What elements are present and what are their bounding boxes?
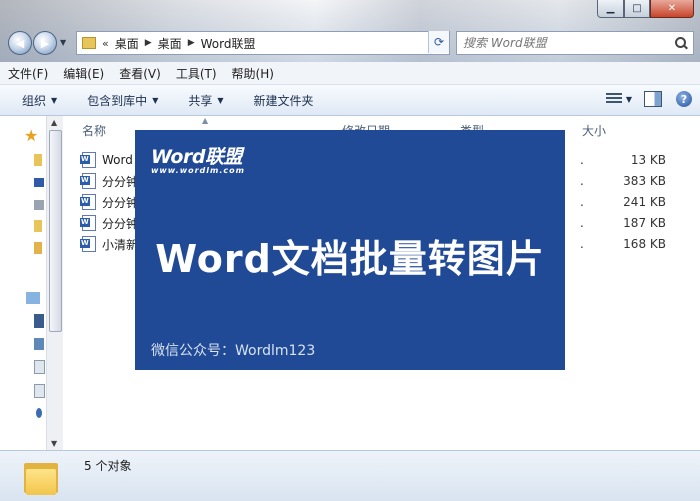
banner-footer: 微信公众号：Wordlm123: [151, 343, 316, 359]
back-arrow-icon: ◀: [15, 36, 25, 50]
promo-banner: Word联盟 www.wordlm.com Word文档批量转图片 微信公众号：…: [135, 130, 565, 370]
brand-logo: Word联盟: [151, 146, 242, 168]
word-document-icon: [80, 173, 96, 189]
recent-pages-dropdown[interactable]: ▼: [60, 38, 66, 47]
include-in-library-label: 包含到库中: [87, 93, 148, 108]
refresh-button[interactable]: ⟳: [428, 31, 449, 53]
word-document-icon: [80, 194, 96, 210]
new-folder-button[interactable]: 新建文件夹: [236, 92, 326, 109]
search-box: [456, 31, 694, 55]
scroll-down-icon[interactable]: ▼: [51, 439, 57, 448]
chevron-down-icon[interactable]: ▼: [626, 95, 632, 104]
file-size: 241 KB: [623, 195, 666, 209]
window-controls: ▁ □ ✕: [597, 0, 694, 18]
word-document-icon: [80, 152, 96, 168]
forward-button[interactable]: ▶: [33, 31, 57, 55]
status-bar: 5 个对象: [0, 450, 700, 501]
search-icon[interactable]: [675, 37, 687, 49]
organize-button[interactable]: 组织 ▼: [0, 92, 69, 109]
column-header-name[interactable]: 名称: [82, 122, 106, 140]
address-bar[interactable]: « 桌面 ▶ 桌面 ▶ Word联盟 ▼: [76, 31, 450, 55]
share-label: 共享: [188, 93, 213, 108]
breadcrumb-item-current[interactable]: Word联盟: [201, 35, 256, 52]
breadcrumb-overflow[interactable]: «: [102, 37, 109, 50]
breadcrumb-item-desktop-2[interactable]: 桌面: [158, 35, 182, 52]
column-header-size[interactable]: 大小: [582, 122, 606, 140]
new-folder-label: 新建文件夹: [253, 93, 314, 108]
chevron-down-icon: ▼: [217, 95, 224, 105]
search-input[interactable]: [457, 35, 670, 51]
view-controls: ▼ ?: [605, 91, 692, 107]
scroll-up-icon[interactable]: ▲: [51, 118, 57, 127]
file-size: 187 KB: [623, 216, 666, 230]
star-icon[interactable]: ★: [24, 126, 38, 145]
item-count: 5 个对象: [84, 459, 132, 473]
video-icon[interactable]: [34, 314, 44, 328]
documents-icon[interactable]: [34, 360, 45, 374]
documents-icon[interactable]: [34, 384, 45, 398]
menu-help[interactable]: 帮助(H): [224, 65, 281, 82]
file-size: 383 KB: [623, 174, 666, 188]
navigation-scrollbar[interactable]: ▲ ▼: [46, 116, 63, 450]
banner-title: Word文档批量转图片: [155, 237, 545, 281]
help-icon[interactable]: ?: [676, 91, 692, 107]
chevron-right-icon[interactable]: ▶: [145, 38, 152, 48]
menu-file[interactable]: 文件(F): [0, 65, 55, 82]
desktop-icon[interactable]: [34, 178, 44, 187]
brand-url: www.wordlm.com: [151, 166, 245, 175]
forward-arrow-icon: ▶: [40, 36, 50, 50]
libraries-icon[interactable]: [26, 292, 40, 304]
minimize-button[interactable]: ▁: [597, 0, 624, 18]
folder-icon: [82, 37, 96, 49]
file-size: 168 KB: [623, 237, 666, 251]
maximize-button[interactable]: □: [624, 0, 650, 18]
library-icon[interactable]: [34, 242, 42, 254]
navigation-pane: ★ ▲ ▼: [0, 116, 63, 450]
preview-pane-icon[interactable]: [644, 91, 662, 107]
chevron-down-icon: ▼: [51, 95, 58, 105]
file-size: 13 KB: [630, 153, 666, 167]
folder-icon[interactable]: [34, 154, 42, 166]
organize-label: 组织: [22, 93, 47, 108]
chevron-down-icon: ▼: [152, 95, 159, 105]
folder-icon[interactable]: [34, 220, 42, 232]
scroll-thumb[interactable]: [49, 130, 62, 332]
command-bar: 组织 ▼ 包含到库中 ▼ 共享 ▼ 新建文件夹 ▼ ?: [0, 85, 700, 116]
menu-bar: 文件(F) 编辑(E) 查看(V) 工具(T) 帮助(H): [0, 62, 700, 85]
folder-icon: [24, 459, 58, 495]
menu-view[interactable]: 查看(V): [111, 65, 168, 82]
include-in-library-button[interactable]: 包含到库中 ▼: [69, 92, 170, 109]
music-icon[interactable]: [36, 408, 42, 418]
chevron-right-icon[interactable]: ▶: [188, 38, 195, 48]
word-document-icon: [80, 215, 96, 231]
pictures-icon[interactable]: [34, 338, 44, 350]
navigation-bar: ◀ ▶ ▼ « 桌面 ▶ 桌面 ▶ Word联盟 ▼ ⟳: [0, 28, 700, 58]
menu-tools[interactable]: 工具(T): [168, 65, 224, 82]
breadcrumb: « 桌面 ▶ 桌面 ▶ Word联盟: [102, 35, 255, 52]
close-button[interactable]: ✕: [650, 0, 694, 18]
breadcrumb-item-desktop[interactable]: 桌面: [115, 35, 139, 52]
sort-ascending-icon: ▲: [202, 116, 209, 125]
word-document-icon: [80, 236, 96, 252]
share-button[interactable]: 共享 ▼: [170, 92, 235, 109]
menu-edit[interactable]: 编辑(E): [55, 65, 111, 82]
refresh-icon: ⟳: [433, 35, 445, 49]
network-icon[interactable]: [34, 200, 44, 210]
view-options-icon[interactable]: [605, 93, 622, 105]
back-button[interactable]: ◀: [8, 31, 32, 55]
